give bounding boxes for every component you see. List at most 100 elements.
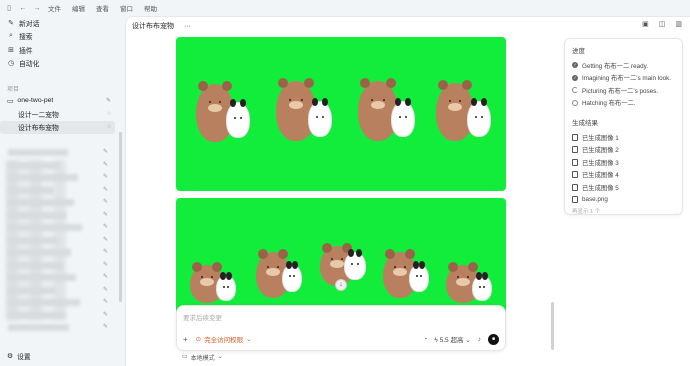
- bear-bunny-sprite: [254, 249, 310, 300]
- composer[interactable]: 要求后续变更 + ⊙ 完全访问权限 ⌄ ◔ ϟ 5.5 超高 ⌄ ♪ ■: [176, 305, 506, 351]
- settings-button[interactable]: ⚙ 设置: [7, 351, 31, 361]
- menu-bar: 文件 编辑 查看 窗口 帮助: [48, 3, 157, 13]
- edit-icon[interactable]: ✎: [103, 223, 108, 230]
- file-icon: [572, 171, 578, 179]
- composer-input[interactable]: 要求后续变更: [183, 312, 222, 322]
- back-arrow-icon[interactable]: ←: [18, 5, 28, 12]
- menu-edit[interactable]: 编辑: [72, 3, 85, 13]
- progress-panel: 进度 ✓ Getting 布布一二 ready. ✓ Imagining 布布一二'…: [564, 38, 683, 215]
- chevron-down-icon: ⌄: [217, 354, 223, 360]
- plugins-button[interactable]: ⊞ 插件: [0, 43, 125, 57]
- edit-icon[interactable]: ✎: [103, 236, 108, 243]
- access-dropdown[interactable]: ⊙ 完全访问权限 ⌄: [196, 334, 252, 344]
- step-label: Picturing 布布一二's poses.: [582, 87, 659, 95]
- thread-header: 设计布布宠物 ···: [132, 21, 191, 31]
- edit-icon[interactable]: ✎: [103, 248, 108, 255]
- microphone-icon[interactable]: ♪: [478, 336, 481, 343]
- model-label: 5.5: [439, 337, 449, 344]
- menu-view[interactable]: 查看: [96, 3, 109, 13]
- check-circle-icon: ✓: [572, 62, 578, 69]
- redacted-row[interactable]: ✎: [0, 259, 122, 272]
- file-icon: [572, 133, 578, 141]
- split-view-icon[interactable]: ▥: [675, 20, 682, 28]
- main-scrollbar[interactable]: [551, 302, 554, 350]
- redacted-row[interactable]: ✎: [0, 321, 122, 334]
- redacted-row[interactable]: ✎: [0, 146, 122, 159]
- project-item[interactable]: ▭ one-two-pet ✎: [0, 94, 125, 107]
- edit-icon[interactable]: ✎: [103, 261, 108, 268]
- thread-label: 设计一二宠物: [18, 111, 59, 119]
- edit-icon[interactable]: ✎: [103, 286, 108, 293]
- more-options-button[interactable]: ···: [184, 23, 191, 30]
- result-file[interactable]: 已生成图像 2: [572, 144, 675, 157]
- progress-title: 进度: [572, 48, 585, 55]
- redacted-row[interactable]: ✎: [0, 271, 122, 284]
- composer-right-controls: ◔ ϟ 5.5 超高 ⌄ ♪ ■: [423, 333, 499, 345]
- result-file[interactable]: 已生成图像 1: [572, 131, 675, 144]
- edit-icon[interactable]: ✎: [103, 173, 108, 180]
- panel-toggle-icon[interactable]: ◫: [659, 20, 666, 28]
- file-icon: [572, 183, 578, 191]
- new-chat-button[interactable]: ✎ 新对话: [0, 16, 125, 30]
- local-mode-dropdown[interactable]: ▭ 本地模式 ⌄: [182, 353, 223, 362]
- redacted-row[interactable]: ✎: [0, 196, 122, 209]
- sidebar-scrollbar[interactable]: [119, 132, 122, 302]
- edit-icon[interactable]: ✎: [103, 323, 108, 330]
- model-dropdown[interactable]: ϟ 5.5 超高 ⌄: [434, 334, 470, 344]
- warning-icon: ⊙: [195, 336, 202, 343]
- redacted-row[interactable]: ✎: [0, 246, 122, 259]
- plugins-label: 插件: [19, 47, 33, 55]
- generated-image-1[interactable]: [176, 37, 506, 191]
- monitor-icon: ▭: [182, 354, 188, 360]
- edit-icon[interactable]: ✎: [103, 148, 108, 155]
- bear-bunny-sprite: [188, 262, 244, 303]
- thread-item-active[interactable]: 设计布布宠物 ◌: [0, 120, 115, 134]
- redacted-threads: ✎ ✎ ✎ ✎ ✎ ✎ ✎ ✎ ✎ ✎ ✎ ✎ ✎ ✎ ✎: [0, 146, 122, 341]
- redacted-row[interactable]: ✎: [0, 171, 122, 184]
- redacted-row[interactable]: ✎: [0, 234, 122, 247]
- sidebar-toggle-icon[interactable]: ▯: [4, 4, 14, 12]
- edit-icon[interactable]: ✎: [103, 198, 108, 205]
- edit-icon[interactable]: ✎: [103, 298, 108, 305]
- forward-arrow-icon[interactable]: →: [32, 5, 42, 12]
- result-file[interactable]: 已生成图像 3: [572, 156, 675, 169]
- redacted-row[interactable]: ✎: [0, 159, 122, 172]
- check-circle-icon: ✓: [572, 74, 578, 81]
- redacted-row[interactable]: ✎: [0, 209, 122, 222]
- context-spinner-icon: ◔: [423, 335, 428, 343]
- edit-icon[interactable]: ✎: [103, 211, 108, 218]
- search-button[interactable]: ⌕ 搜索: [0, 30, 125, 44]
- automation-button[interactable]: ◷ 自动化: [0, 57, 125, 71]
- result-file[interactable]: 已生成图像 4: [572, 169, 675, 182]
- access-label: 完全访问权限: [204, 337, 244, 344]
- file-icon: [572, 196, 578, 204]
- step-label: Imagining 布布一二's main look.: [582, 75, 672, 83]
- stop-button[interactable]: ■: [488, 333, 499, 345]
- progress-step: ✓ Getting 布布一二 ready.: [572, 59, 675, 72]
- result-label: 已生成图像 2: [582, 147, 619, 155]
- edit-icon[interactable]: ✎: [103, 273, 108, 280]
- redacted-row[interactable]: ✎: [0, 221, 122, 234]
- edit-icon[interactable]: ✎: [103, 311, 108, 318]
- menu-help[interactable]: 帮助: [144, 3, 157, 13]
- redacted-row[interactable]: ✎: [0, 309, 122, 322]
- progress-step: Hatching 布布一二.: [572, 97, 675, 110]
- edit-icon[interactable]: ✎: [103, 186, 108, 193]
- step-label: Hatching 布布一二.: [582, 100, 636, 108]
- redacted-row[interactable]: ✎: [0, 184, 122, 197]
- show-more-link[interactable]: 再显示 1 个: [572, 207, 675, 215]
- menu-file[interactable]: 文件: [48, 3, 61, 13]
- new-thread-icon[interactable]: ✎: [106, 97, 111, 104]
- thread-item[interactable]: 设计一二宠物 ◌: [0, 107, 115, 121]
- add-attachment-icon[interactable]: +: [183, 335, 188, 344]
- progress-step: ✓ Imagining 布布一二's main look.: [572, 72, 675, 85]
- result-file[interactable]: 已生成图像 5: [572, 181, 675, 194]
- terminal-icon[interactable]: ▣: [642, 20, 649, 28]
- gear-icon: ⚙: [7, 353, 14, 360]
- menu-window[interactable]: 窗口: [120, 3, 133, 13]
- redacted-row[interactable]: ✎: [0, 284, 122, 297]
- result-file[interactable]: base.png: [572, 194, 675, 207]
- edit-icon[interactable]: ✎: [103, 161, 108, 168]
- scroll-down-button[interactable]: ↓: [335, 279, 347, 291]
- redacted-row[interactable]: ✎: [0, 296, 122, 309]
